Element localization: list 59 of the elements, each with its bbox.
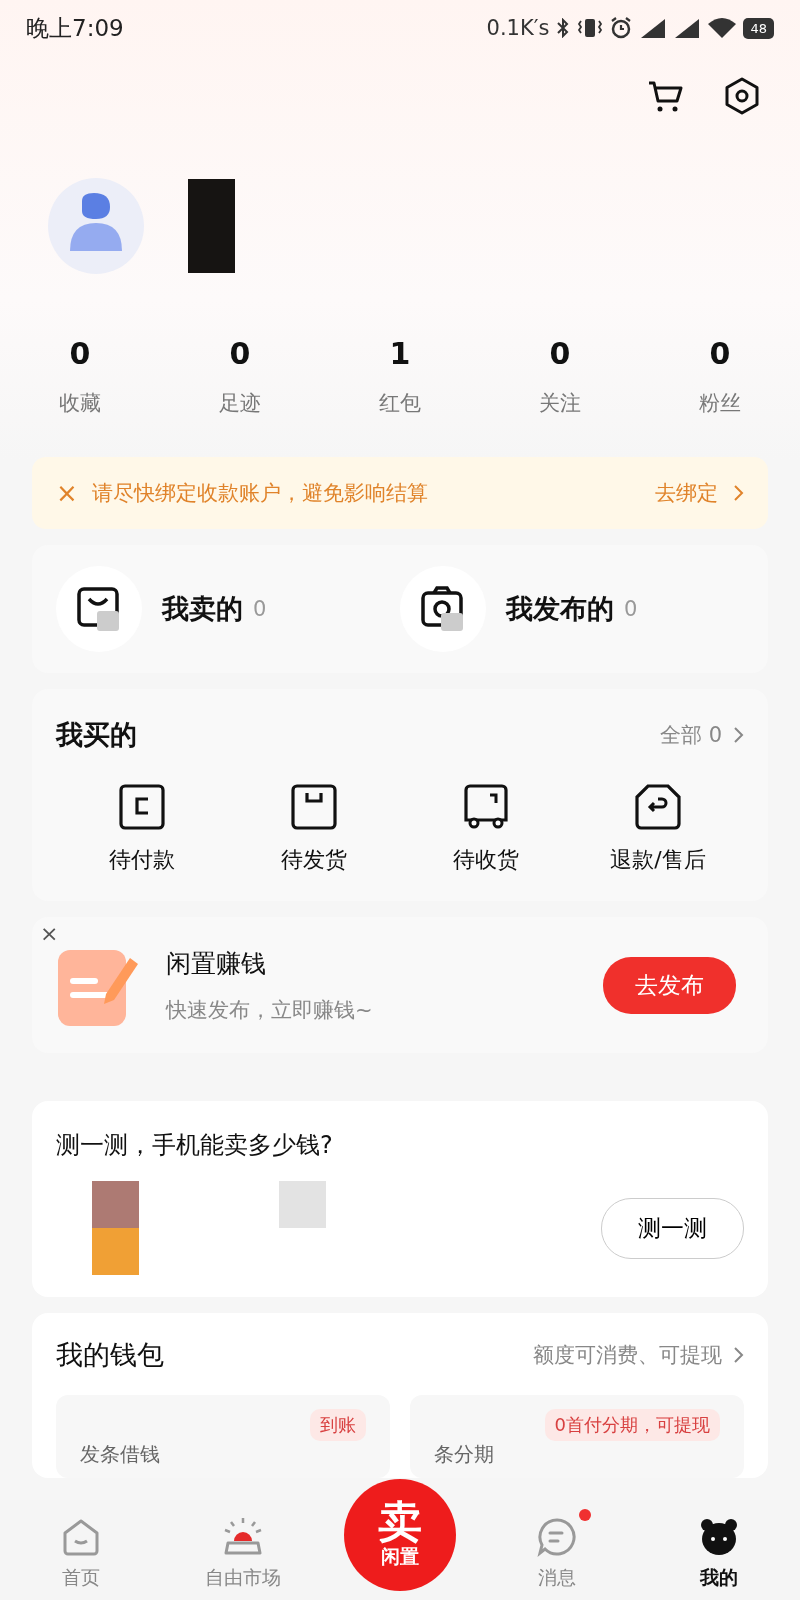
stat-label[interactable]: 收藏 xyxy=(59,389,101,417)
wifi-icon xyxy=(707,17,738,39)
signal-icon xyxy=(673,17,702,39)
siren-icon xyxy=(223,1517,263,1557)
promo-tag: 到账 xyxy=(310,1409,366,1441)
wallet-option[interactable]: 到账 发条借钱 xyxy=(56,1395,390,1478)
bear-icon xyxy=(699,1517,739,1557)
notice-text: 请尽快绑定收款账户，避免影响结算 xyxy=(91,480,429,507)
nav-tab[interactable]: 消息 xyxy=(476,1509,638,1591)
stat-value[interactable]: 0 xyxy=(69,336,91,371)
publish-button[interactable]: 去发布 xyxy=(603,956,736,1014)
wallet-option[interactable]: 0首付分期，可提现 条分期 xyxy=(410,1395,744,1478)
stat-label[interactable]: 粉丝 xyxy=(699,389,741,417)
box-icon xyxy=(290,783,338,831)
status-time: 晚上7:09 xyxy=(26,13,124,43)
stat-label[interactable]: 足迹 xyxy=(219,389,261,417)
view-all-link[interactable]: 全部 0 xyxy=(659,721,722,749)
phone-thumbnail xyxy=(279,1181,326,1228)
stat-label[interactable]: 红包 xyxy=(379,389,421,417)
section-link[interactable]: 我卖的 xyxy=(162,591,243,627)
sell-button[interactable]: 卖 闲置 xyxy=(344,1479,456,1591)
signal-icon xyxy=(639,17,668,39)
order-status-button[interactable]: 待付款 xyxy=(56,783,228,875)
card-title: 我的钱包 xyxy=(56,1338,165,1372)
wallet-link[interactable]: 额度可消费、可提现 xyxy=(533,1341,722,1369)
stat-value[interactable]: 0 xyxy=(229,336,251,371)
promo-tag: 0首付分期，可提现 xyxy=(544,1409,720,1441)
order-status-button[interactable]: 退款/售后 xyxy=(572,783,744,875)
order-status-button[interactable]: 待收货 xyxy=(400,783,572,875)
box-icon xyxy=(118,783,166,831)
option-label: 发条借钱 xyxy=(80,1441,160,1468)
option-label: 条分期 xyxy=(434,1441,494,1468)
network-speed: 0.1K′s xyxy=(486,16,550,40)
nav-tab[interactable]: 首页 xyxy=(0,1509,162,1591)
stat-value[interactable]: 0 xyxy=(709,336,731,371)
section-link[interactable]: 我发布的 xyxy=(506,591,614,627)
box-icon xyxy=(634,783,682,831)
battery-indicator: 48 xyxy=(743,17,774,39)
order-status-button[interactable]: 待发货 xyxy=(228,783,400,875)
nav-tab[interactable]: 自由市场 xyxy=(162,1509,324,1591)
item-count: 0 xyxy=(253,597,267,621)
item-count: 0 xyxy=(624,597,638,621)
promo-title: 闲置赚钱 xyxy=(166,947,267,980)
chevron-right-icon xyxy=(732,726,744,744)
chevron-right-icon xyxy=(732,484,744,502)
estimate-button[interactable]: 测一测 xyxy=(601,1197,744,1259)
promo-subtitle: 快速发布，立即赚钱~ xyxy=(166,996,374,1024)
chevron-right-icon xyxy=(732,1346,744,1364)
stat-value[interactable]: 0 xyxy=(549,336,571,371)
close-button[interactable]: × xyxy=(40,921,59,946)
card-title: 测一测，手机能卖多少钱? xyxy=(56,1130,334,1161)
vibrate-icon xyxy=(577,17,604,39)
stat-value[interactable]: 1 xyxy=(389,336,411,371)
truck-icon xyxy=(462,783,510,831)
nav-tab[interactable]: 我的 xyxy=(638,1509,800,1591)
message-icon xyxy=(537,1517,577,1557)
home-icon xyxy=(61,1517,101,1557)
stat-label[interactable]: 关注 xyxy=(539,389,581,417)
card-title: 我买的 xyxy=(56,718,138,752)
